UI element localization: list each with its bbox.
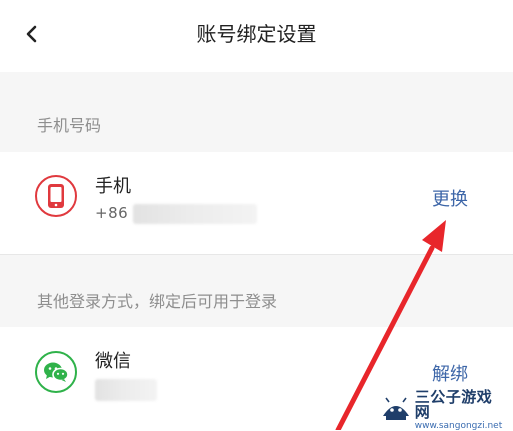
phone-number-redacted [133, 204, 257, 224]
watermark-text: 三公子游戏网 www.sangongzi.net [414, 387, 507, 431]
phone-number: +86 [95, 204, 128, 222]
wechat-title: 微信 [95, 351, 131, 372]
watermark-url: www.sangongzi.net [414, 420, 503, 431]
watermark: 三公子游戏网 www.sangongzi.net [379, 387, 507, 431]
change-phone-button[interactable]: 更换 [432, 185, 468, 211]
phone-section-header: 手机号码 [0, 72, 513, 152]
other-login-section-header: 其他登录方式，绑定后可用于登录 [0, 255, 513, 327]
wechat-icon-circle [35, 351, 77, 393]
wechat-icon [44, 362, 69, 382]
phone-title: 手机 [95, 176, 131, 197]
top-bar: 账号绑定设置 [0, 0, 513, 72]
watermark-name: 三公子游戏网 [414, 387, 493, 421]
section-label-other-login: 其他登录方式，绑定后可用于登录 [37, 292, 278, 311]
phone-number-prefix: +86 [95, 204, 129, 222]
phone-icon [48, 184, 64, 208]
page-title: 账号绑定设置 [196, 22, 317, 46]
unbind-wechat-button[interactable]: 解绑 [432, 360, 468, 386]
watermark-logo-icon [379, 393, 413, 427]
phone-icon-circle [35, 175, 77, 217]
section-label-phone: 手机号码 [37, 116, 102, 135]
wechat-account-redacted [95, 379, 157, 401]
phone-binding-row: 手机 +86 更换 [0, 152, 513, 254]
